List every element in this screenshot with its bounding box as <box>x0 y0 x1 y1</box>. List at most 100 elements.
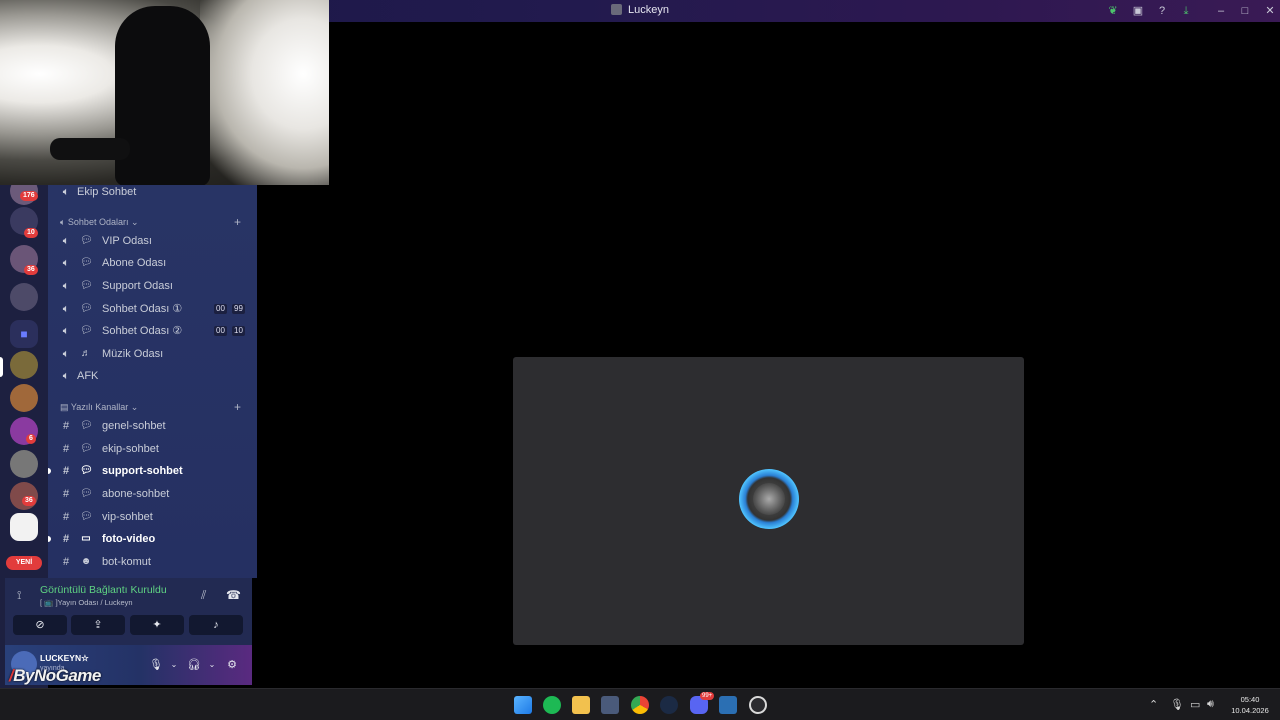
text-channel-item[interactable]: # ☻ bot-komut <box>48 552 257 572</box>
channel-label: abone-sohbet <box>102 488 170 500</box>
chat-bubble-icon: 💬︎ <box>80 280 93 291</box>
user-limit: 10 <box>232 326 245 336</box>
channel-label: foto-video <box>102 533 156 545</box>
discord-badge: 99+ <box>700 692 715 700</box>
camera-off-button[interactable]: ⊘ <box>13 615 67 635</box>
add-channel-icon[interactable]: + <box>234 214 241 230</box>
chair-arm <box>50 138 130 160</box>
signal-icon[interactable]: ⟟ <box>17 588 21 603</box>
mention-badge: 36 <box>24 265 38 275</box>
film-icon: ▭ <box>81 533 91 544</box>
chevron-down-icon[interactable]: ⌄ <box>166 657 182 673</box>
text-channel-item[interactable]: # 💬︎ support-sohbet <box>48 461 257 481</box>
hashtag-icon: # <box>62 556 70 568</box>
volume-icon[interactable]: 🔊︎ <box>1207 698 1214 711</box>
folder-icon[interactable]: ■ <box>10 320 38 348</box>
mention-badge: 6 <box>26 434 36 444</box>
app-icon[interactable] <box>719 696 737 714</box>
speaker-icon: 🔈︎ <box>62 280 70 292</box>
voice-channel-item[interactable]: 🔈︎ 💬︎ VIP Odası <box>48 231 257 251</box>
disconnect-icon[interactable]: ☎ <box>226 588 241 602</box>
minimize-icon[interactable]: – <box>1213 3 1229 19</box>
channel-label: Müzik Odası <box>102 348 164 360</box>
text-channel-item[interactable]: # ▭ foto-video <box>48 529 257 549</box>
chevron-up-icon[interactable]: ⌃ <box>1149 698 1158 711</box>
headphones-icon[interactable]: 🎧︎ <box>186 657 202 673</box>
unread-indicator <box>48 536 51 542</box>
avatar <box>753 483 785 515</box>
nitro-leaf-icon[interactable]: ❦ <box>1105 3 1121 19</box>
voice-channel-item[interactable]: 🔈︎ 💬︎ Sohbet Odası ② 00 10 <box>48 321 257 341</box>
spotify-icon[interactable] <box>543 696 561 714</box>
taskbar: 99+ ⌃ 🎙︎ ▭ 🔊︎ 05:40 10.04.2026 <box>0 688 1280 720</box>
noise-suppression-icon[interactable]: ⫽ <box>201 588 206 603</box>
category-yazili-kanallar[interactable]: ▤ Yazılı Kanallar ⌄ + <box>48 399 257 415</box>
store-icon[interactable] <box>601 696 619 714</box>
hashtag-icon: # <box>62 488 70 500</box>
steam-icon[interactable] <box>660 696 678 714</box>
channel-item-ekip-sohbet[interactable]: 🔈︎ Ekip Sohbet <box>48 182 257 202</box>
start-icon[interactable] <box>514 696 532 714</box>
user-limit: 99 <box>232 304 245 314</box>
clock[interactable]: 05:40 10.04.2026 <box>1226 694 1274 716</box>
server-icon[interactable] <box>10 283 38 311</box>
add-channel-icon[interactable]: + <box>234 399 241 415</box>
hashtag-icon: # <box>62 465 70 477</box>
voice-location[interactable]: [ 📺 ]Yayın Odası / Luckeyn <box>40 598 133 607</box>
voice-channel-item[interactable]: 🔈︎ 💬︎ Abone Odası <box>48 253 257 273</box>
channel-label: genel-sohbet <box>102 420 166 432</box>
server-icon[interactable] <box>10 450 38 478</box>
activities-button[interactable]: ✦ <box>130 615 184 635</box>
channel-list: 🔈︎ Ekip Sohbet 🔈︎ Sohbet Odaları ⌄ + 🔈︎ 💬… <box>48 185 257 578</box>
clock-date: 10.04.2026 <box>1231 706 1269 715</box>
text-channel-item[interactable]: # 💬︎ abone-sohbet <box>48 484 257 504</box>
speaker-icon: 🔈︎ <box>62 325 70 337</box>
microphone-icon[interactable]: 🎙︎ <box>148 657 164 673</box>
screen-share-button[interactable]: ⇪ <box>71 615 125 635</box>
network-icon[interactable]: ▭ <box>1190 698 1200 711</box>
category-title: Yazılı Kanallar <box>70 402 129 412</box>
maximize-icon[interactable]: □ <box>1237 3 1253 19</box>
chat-bubble-icon: 💬︎ <box>80 303 93 314</box>
server-icon[interactable] <box>10 384 38 412</box>
chat-bubble-icon: 💬︎ <box>80 443 93 454</box>
microphone-icon[interactable]: 🎙︎ <box>1170 698 1184 711</box>
category-sohbet-odalari[interactable]: 🔈︎ Sohbet Odaları ⌄ + <box>48 214 257 230</box>
file-explorer-icon[interactable] <box>572 696 590 714</box>
voice-connection-panel: ⟟ Görüntülü Bağlantı Kuruldu [ 📺 ]Yayın … <box>5 578 252 645</box>
app-icon[interactable] <box>749 696 767 714</box>
chat-bubble-icon: 💬︎ <box>80 465 93 476</box>
voice-channel-item[interactable]: 🔈︎ 💬︎ Sohbet Odası ① 00 99 <box>48 299 257 319</box>
help-icon[interactable]: ? <box>1154 3 1170 19</box>
chat-bubble-icon: 💬︎ <box>80 325 93 336</box>
voice-channel-item[interactable]: 🔈︎ ♬ Müzik Odası <box>48 344 257 364</box>
download-icon[interactable]: ⤓ <box>1178 3 1194 19</box>
text-channel-item[interactable]: # 💬︎ vip-sohbet <box>48 507 257 527</box>
username[interactable]: LUCKEYN☆ <box>40 653 89 664</box>
channel-label: Abone Odası <box>102 257 167 269</box>
inbox-icon[interactable]: ▣ <box>1130 3 1146 19</box>
user-count: 00 <box>214 304 227 314</box>
voice-status[interactable]: Görüntülü Bağlantı Kuruldu <box>40 584 167 596</box>
text-channel-item[interactable]: # 💬︎ ekip-sohbet <box>48 439 257 459</box>
channel-label: AFK <box>77 370 99 382</box>
server-icon[interactable] <box>10 351 38 379</box>
close-icon[interactable]: ✕ <box>1262 3 1278 19</box>
voice-channel-item[interactable]: 🔈︎ 💬︎ Support Odası <box>48 276 257 296</box>
window-title-text: Luckeyn <box>628 4 669 16</box>
voice-channel-item[interactable]: 🔈︎ AFK <box>48 366 257 386</box>
chrome-icon[interactable] <box>631 696 649 714</box>
chevron-down-icon[interactable]: ⌄ <box>204 657 220 673</box>
hashtag-icon: # <box>62 443 70 455</box>
mention-badge: 36 <box>22 496 36 506</box>
document-icon: ▤ <box>60 402 69 412</box>
clock-time: 05:40 <box>1240 695 1260 704</box>
text-channel-item[interactable]: # 💬︎ genel-sohbet <box>48 416 257 436</box>
mention-badge: 10 <box>24 228 38 238</box>
settings-gear-icon[interactable]: ⚙ <box>224 657 240 673</box>
server-icon[interactable] <box>10 513 38 541</box>
stream-stage[interactable] <box>513 357 1024 645</box>
mention-badge: 176 <box>20 191 38 201</box>
soundboard-button[interactable]: ♪ <box>189 615 243 635</box>
speaker-icon: 🔈︎ <box>60 217 66 227</box>
